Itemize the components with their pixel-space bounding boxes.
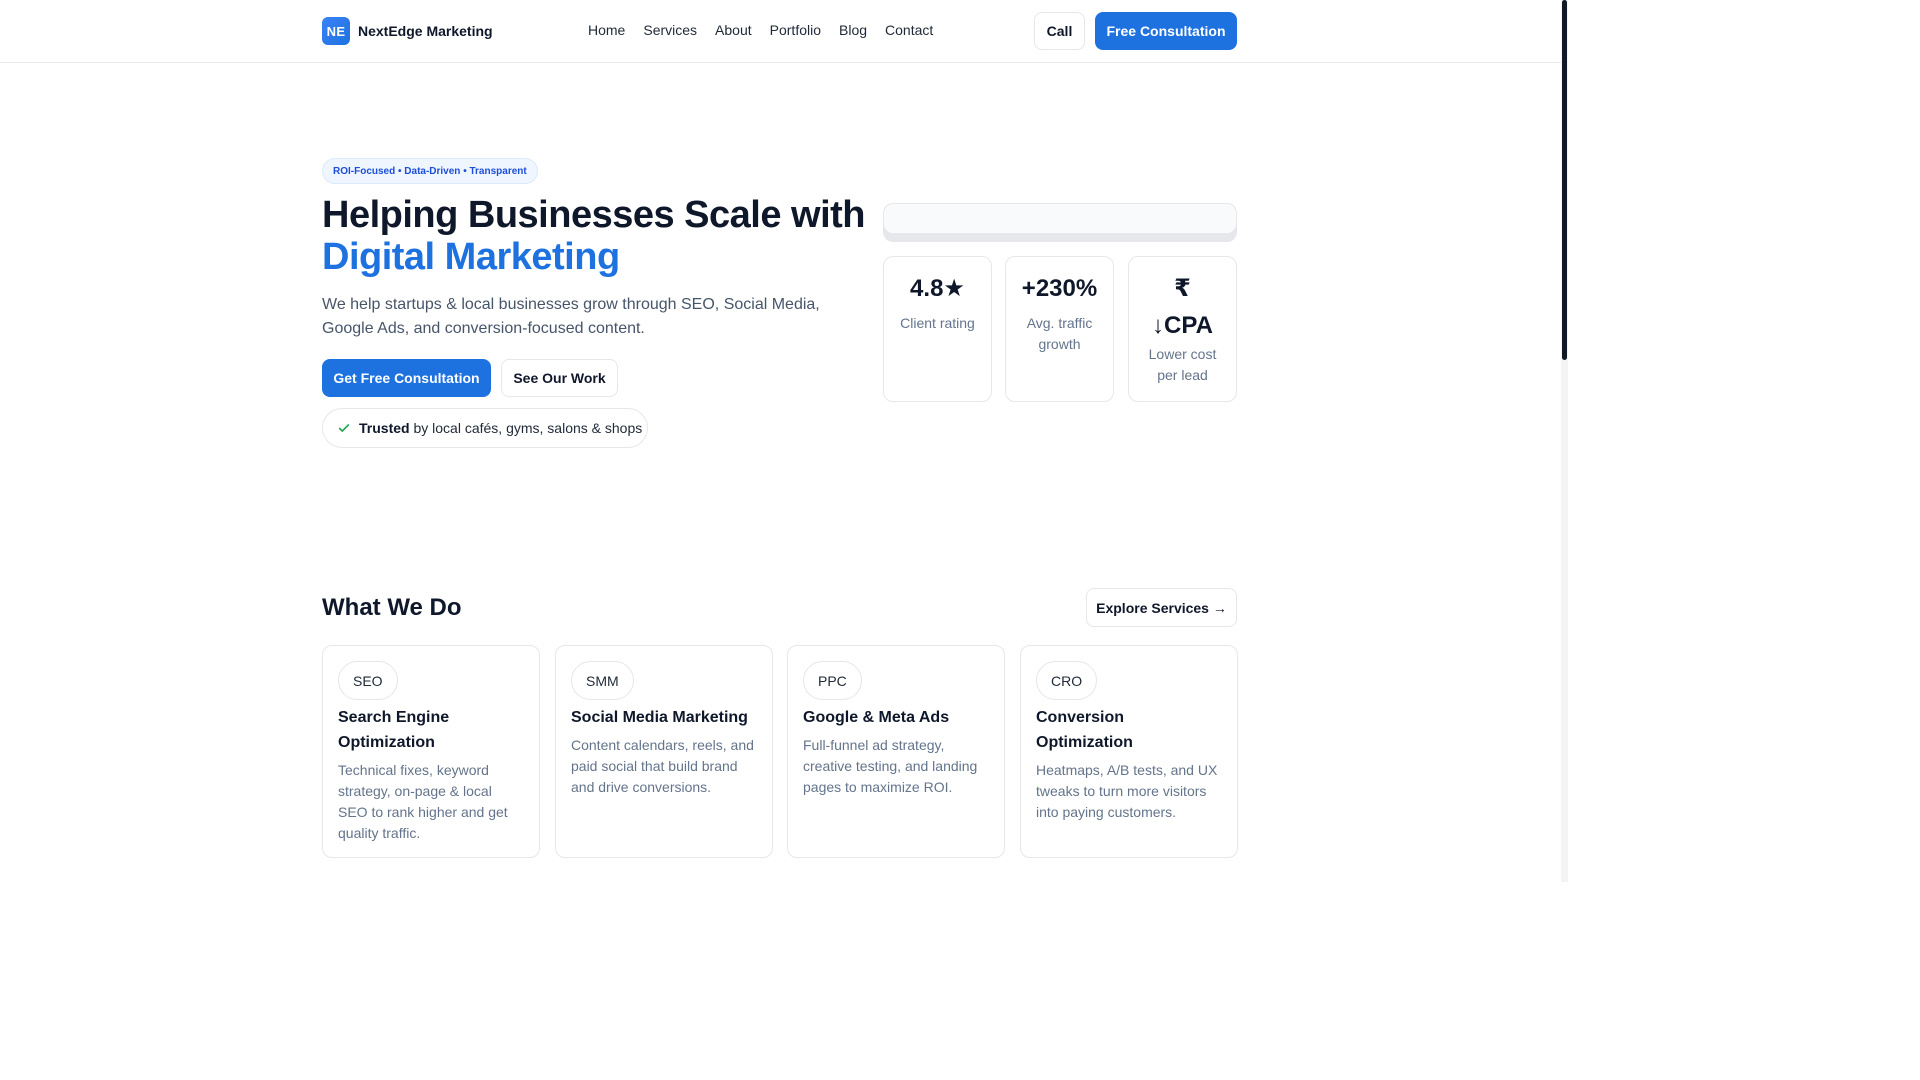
call-button[interactable]: Call (1034, 12, 1085, 50)
section-title: What We Do (322, 594, 462, 621)
hero-media-placeholder (883, 203, 1237, 242)
hero-title: Helping Businesses Scale with Digital Ma… (322, 194, 866, 278)
stat-value: ₹ ↓CPA (1152, 275, 1213, 339)
service-description: Technical fixes, keyword strategy, on-pa… (338, 762, 508, 841)
service-description: Content calendars, reels, and paid socia… (571, 737, 754, 795)
nav-link-contact[interactable]: Contact (885, 22, 933, 38)
check-icon (338, 424, 350, 432)
service-title: Social Media Marketing (571, 709, 748, 726)
service-card-ppc[interactable]: PPC Google & Meta Ads Full-funnel ad str… (787, 645, 1005, 858)
brand-name: NextEdge Marketing (358, 23, 493, 39)
main-nav: Home Services About Portfolio Blog Conta… (588, 22, 933, 38)
nav-link-portfolio[interactable]: Portfolio (770, 22, 821, 38)
service-tag: CRO (1036, 661, 1098, 700)
hero-title-line1: Helping Businesses Scale with (322, 194, 866, 236)
service-title: Conversion Optimization (1036, 709, 1133, 751)
hero-title-accent: Digital Marketing (322, 236, 620, 278)
logo-badge-icon: NE (322, 17, 350, 45)
free-consultation-button[interactable]: Free Consultation (1095, 12, 1237, 50)
service-tag: SMM (571, 661, 634, 700)
trust-bold: Trusted (359, 420, 410, 436)
stat-value: +230% (1021, 275, 1098, 302)
trust-text: Trusted by local cafés, gyms, salons & s… (359, 420, 642, 436)
see-our-work-button[interactable]: See Our Work (501, 359, 618, 397)
nav-link-blog[interactable]: Blog (839, 22, 867, 38)
stat-card-rating: 4.8★ Client rating (883, 256, 992, 402)
get-free-consultation-button[interactable]: Get Free Consultation (322, 359, 491, 397)
trust-badge: Trusted by local cafés, gyms, salons & s… (322, 408, 648, 448)
hero-subtitle: We help startups & local businesses grow… (322, 296, 820, 337)
service-card-seo[interactable]: SEO Search Engine Optimization Technical… (322, 645, 540, 858)
nav-link-home[interactable]: Home (588, 22, 625, 38)
stat-label: Client rating (900, 315, 975, 331)
service-tag: PPC (803, 661, 862, 700)
service-card-smm[interactable]: SMM Social Media Marketing Content calen… (555, 645, 773, 858)
stat-value: 4.8★ (910, 275, 965, 302)
brand-logo[interactable]: NE NextEdge Marketing (322, 17, 493, 45)
nav-link-about[interactable]: About (715, 22, 752, 38)
trust-rest: by local cafés, gyms, salons & shops (413, 420, 643, 436)
scrollbar-thumb[interactable] (1562, 0, 1567, 360)
explore-services-button[interactable]: Explore Services → (1086, 588, 1237, 627)
service-title: Google & Meta Ads (803, 709, 950, 726)
stat-label: Avg. traffic growth (1026, 315, 1093, 352)
service-description: Full-funnel ad strategy, creative testin… (803, 737, 978, 795)
site-header: NE NextEdge Marketing Home Services Abou… (0, 0, 1561, 63)
service-description: Heatmaps, A/B tests, and UX tweaks to tu… (1036, 762, 1218, 820)
service-title: Search Engine Optimization (338, 709, 450, 751)
page-scrollbar[interactable] (1561, 0, 1568, 882)
stat-label: Lower cost per lead (1148, 346, 1217, 383)
service-tag: SEO (338, 661, 398, 700)
service-card-cro[interactable]: CRO Conversion Optimization Heatmaps, A/… (1020, 645, 1238, 858)
stat-card-cpa: ₹ ↓CPA Lower cost per lead (1128, 256, 1237, 402)
hero-badge: ROI-Focused • Data-Driven • Transparent (322, 158, 538, 184)
stat-card-traffic: +230% Avg. traffic growth (1005, 256, 1114, 402)
nav-link-services[interactable]: Services (643, 22, 697, 38)
